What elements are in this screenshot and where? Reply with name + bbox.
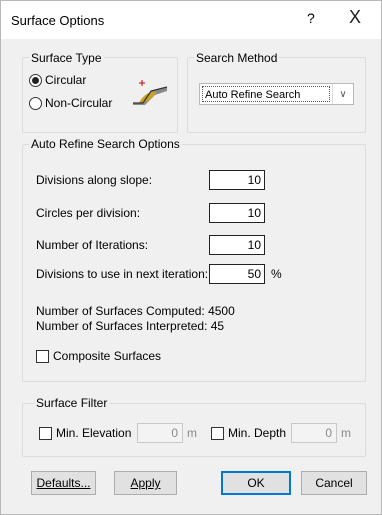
min-elevation-checkbox[interactable]: Min. Elevation (39, 426, 131, 440)
defaults-button[interactable]: Defaults... (31, 471, 96, 495)
circles-per-division-label: Circles per division: (36, 206, 141, 220)
radio-non-circular-button[interactable] (29, 96, 42, 110)
number-of-iterations-label: Number of Iterations: (36, 238, 149, 252)
min-elevation-input[interactable]: 0 (137, 423, 183, 443)
min-elevation-label: Min. Elevation (56, 426, 132, 440)
composite-surfaces-box[interactable] (36, 349, 49, 363)
composite-surfaces-checkbox[interactable]: Composite Surfaces (36, 349, 161, 363)
cancel-button-label: Cancel (315, 476, 353, 490)
composite-surfaces-label: Composite Surfaces (53, 349, 162, 363)
radio-circular-label: Circular (45, 73, 87, 87)
slope-surface-icon (133, 80, 168, 105)
radio-circular-button[interactable] (29, 73, 42, 87)
min-elevation-box[interactable] (39, 426, 52, 440)
ok-button[interactable]: OK (221, 471, 291, 495)
close-button[interactable]: X (349, 7, 361, 28)
min-depth-unit: m (341, 426, 351, 440)
surfaces-interpreted-text: Number of Surfaces Interpreted: 45 (36, 319, 225, 333)
surfaces-computed-text: Number of Surfaces Computed: 4500 (36, 304, 235, 318)
window-title: Surface Options (11, 13, 105, 28)
title-bar: Surface Options ? X (1, 1, 381, 39)
surface-options-dialog: Surface Options ? X Surface Type Circula… (0, 0, 382, 515)
min-depth-label: Min. Depth (228, 426, 287, 440)
surface-type-legend: Surface Type (29, 51, 104, 65)
chevron-down-icon[interactable]: ∨ (332, 84, 353, 104)
radio-circular[interactable]: Circular (29, 73, 86, 87)
min-depth-input[interactable]: 0 (291, 423, 337, 443)
ok-button-label: OK (247, 476, 265, 490)
defaults-button-label: Defaults... (36, 476, 91, 490)
radio-non-circular[interactable]: Non-Circular (29, 96, 112, 110)
min-depth-checkbox[interactable]: Min. Depth (211, 426, 286, 440)
cancel-button[interactable]: Cancel (301, 471, 367, 495)
search-method-legend: Search Method (194, 51, 280, 65)
divisions-next-iteration-label: Divisions to use in next iteration: (36, 267, 209, 281)
apply-button-label: Apply (130, 476, 161, 490)
search-method-select[interactable]: Auto Refine Search ∨ (199, 83, 354, 105)
divisions-along-slope-input[interactable]: 10 (209, 170, 265, 190)
min-elevation-unit: m (187, 426, 197, 440)
number-of-iterations-input[interactable]: 10 (209, 235, 265, 255)
divisions-next-iteration-input[interactable]: 50 (209, 264, 265, 284)
percent-unit: % (271, 267, 282, 281)
refine-options-legend: Auto Refine Search Options (29, 137, 182, 151)
circles-per-division-input[interactable]: 10 (209, 203, 265, 223)
help-button[interactable]: ? (307, 10, 315, 26)
surface-filter-legend: Surface Filter (34, 396, 110, 410)
min-depth-box[interactable] (211, 426, 224, 440)
apply-button[interactable]: Apply (114, 471, 177, 495)
search-method-value: Auto Refine Search (202, 86, 330, 102)
divisions-along-slope-label: Divisions along slope: (36, 173, 153, 187)
radio-non-circular-label: Non-Circular (45, 96, 113, 110)
